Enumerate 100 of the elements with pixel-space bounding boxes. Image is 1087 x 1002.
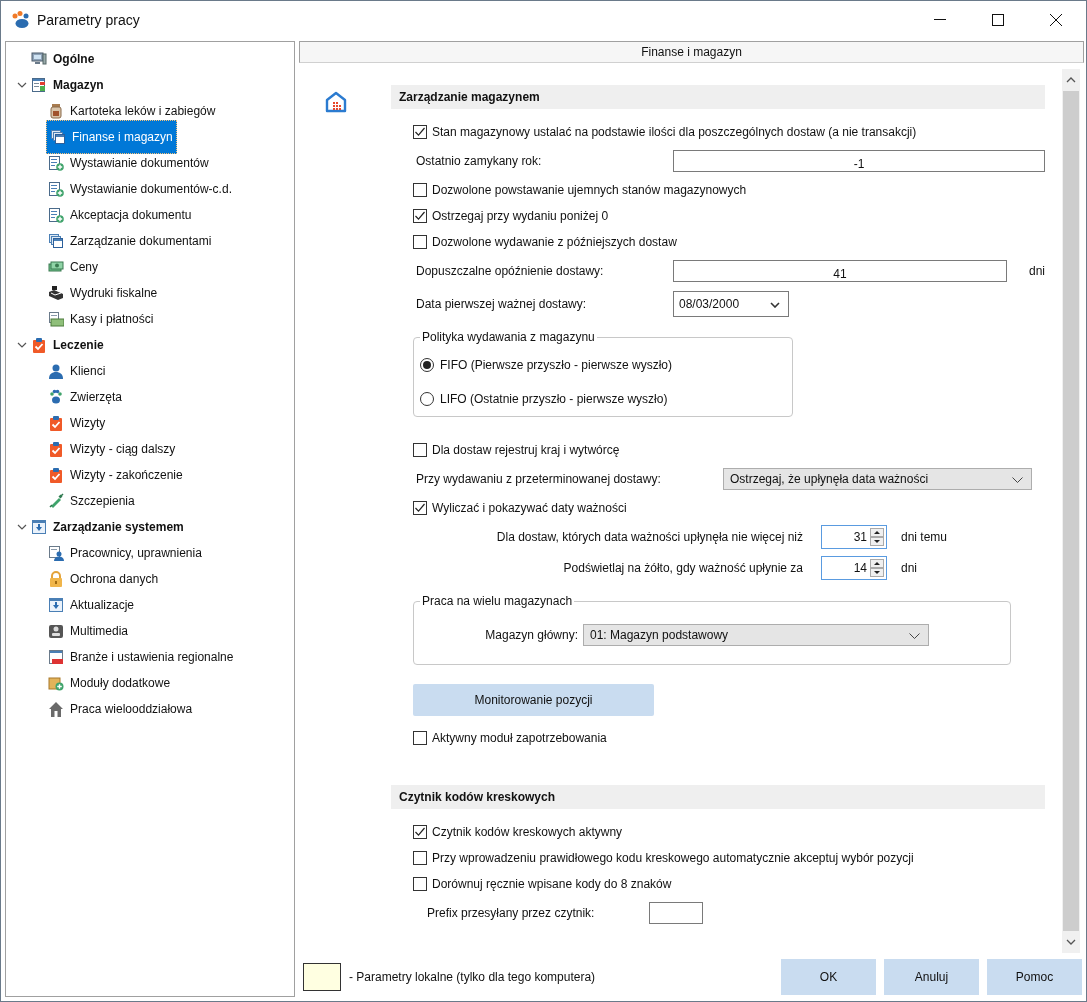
tree-item[interactable]: Zwierzęta <box>46 385 126 409</box>
dialog-button[interactable]: Anuluj <box>884 959 979 995</box>
checkbox[interactable] <box>413 209 427 223</box>
document-plus-icon <box>48 207 64 223</box>
download-icon <box>31 519 47 535</box>
checkbox[interactable] <box>413 851 427 865</box>
checkbox-label: Dorównuj ręcznie wpisane kody do 8 znaków <box>432 877 672 891</box>
monitor-button[interactable]: Monitorowanie pozycji <box>413 684 654 716</box>
tree-item[interactable]: Aktualizacje <box>46 593 139 617</box>
tree-item[interactable]: Szczepienia <box>46 489 139 513</box>
scrollbar[interactable] <box>1062 69 1080 953</box>
tree-item[interactable]: Wizyty - zakończenie <box>46 463 187 487</box>
clipboard-icon <box>48 467 64 483</box>
package-plus-icon <box>48 675 64 691</box>
tree-item[interactable]: Ceny <box>46 255 102 279</box>
number-spinner[interactable]: 31 <box>821 524 887 549</box>
section-header: Zarządzanie magazynem <box>391 85 1045 109</box>
expanded-chevron-icon[interactable] <box>17 524 27 530</box>
tree-item[interactable]: Akceptacja dokumentu <box>46 203 196 227</box>
dropdown[interactable]: Ostrzegaj, że upłynęła data ważności <box>723 468 1032 490</box>
tree-item-label: Akceptacja dokumentu <box>70 208 192 222</box>
tree-item-label: Wystawianie dokumentów <box>70 156 209 170</box>
tree-item-label: Praca wielooddziałowa <box>70 702 193 716</box>
spin-up-icon[interactable] <box>870 527 884 537</box>
dropdown[interactable]: 01: Magazyn podstawowy <box>583 624 929 646</box>
employee-icon <box>48 545 64 561</box>
tree-item-label: Wizyty - zakończenie <box>70 468 183 482</box>
number-spinner[interactable]: 14 <box>821 555 887 580</box>
maximize-icon[interactable] <box>992 14 1004 26</box>
scroll-up-icon[interactable] <box>1066 77 1076 83</box>
checkbox[interactable] <box>413 443 427 457</box>
tree-item-label: Magazyn <box>53 78 104 92</box>
tree-item[interactable]: Kartoteka leków i zabiegów <box>46 99 220 123</box>
minimize-icon[interactable] <box>934 19 946 21</box>
tree-item-label: Szczepienia <box>70 494 135 508</box>
tree-item[interactable]: Pracownicy, uprawnienia <box>46 541 206 565</box>
tree-item[interactable]: Branże i ustawienia regionalne <box>46 645 238 669</box>
chevron-icon[interactable] <box>909 633 920 639</box>
tree-item[interactable]: Wystawianie dokumentów <box>46 151 213 175</box>
chevron-icon[interactable] <box>1012 477 1023 483</box>
clipboard-icon <box>48 441 64 457</box>
spin-up-icon[interactable] <box>870 558 884 568</box>
app-logo-icon <box>11 11 31 29</box>
dialog-button[interactable]: Pomoc <box>987 959 1082 995</box>
tree-item[interactable]: Finanse i magazyn <box>46 120 177 154</box>
tree-item[interactable]: Kasy i płatności <box>46 307 158 331</box>
tree-item[interactable]: Zarządzanie dokumentami <box>46 229 216 253</box>
window-icon <box>48 649 64 665</box>
tree-item[interactable]: Magazyn <box>29 73 108 97</box>
number-field[interactable]: -1 <box>673 150 1045 172</box>
expanded-chevron-icon[interactable] <box>17 82 27 88</box>
checkbox[interactable] <box>413 877 427 891</box>
field-label: Dopuszczalne opóźnienie dostawy: <box>416 264 605 278</box>
close-icon[interactable] <box>1050 14 1062 26</box>
tree-item-label: Multimedia <box>70 624 129 638</box>
local-parameter-swatch <box>303 963 341 991</box>
checkbox-label: Dozwolone powstawanie ujemnych stanów magazynowych <box>432 183 747 197</box>
caret-icon[interactable] <box>770 302 780 308</box>
tree-item[interactable]: Ochrona danych <box>46 567 163 591</box>
checkbox[interactable] <box>413 125 427 139</box>
syringe-icon <box>48 493 64 509</box>
checkbox-label: Aktywny moduł zapotrzebowania <box>432 731 607 745</box>
checkbox[interactable] <box>413 235 427 249</box>
checkbox[interactable] <box>413 731 427 745</box>
checkbox[interactable] <box>413 501 427 515</box>
tree-item[interactable]: Wydruki fiskalne <box>46 281 162 305</box>
tree-item-label: Ogólne <box>53 52 95 66</box>
group-legend: Praca na wielu magazynach <box>420 594 575 608</box>
document-plus-icon <box>48 181 64 197</box>
text-field[interactable] <box>649 902 703 924</box>
spin-down-icon[interactable] <box>870 567 884 577</box>
tree-item[interactable]: Wizyty - ciąg dalszy <box>46 437 180 461</box>
tree-item[interactable]: Praca wielooddziałowa <box>46 697 197 721</box>
clipboard-icon <box>48 415 64 431</box>
expanded-chevron-icon[interactable] <box>17 342 27 348</box>
checkbox-label: Wyliczać i pokazywać daty ważności <box>432 501 627 515</box>
tree-item[interactable]: Wizyty <box>46 411 110 435</box>
tree-item[interactable]: Wystawianie dokumentów-c.d. <box>46 177 236 201</box>
tree-item-label: Wydruki fiskalne <box>70 286 158 300</box>
tree-item[interactable]: Klienci <box>46 359 110 383</box>
group-legend: Polityka wydawania z magazynu <box>420 330 597 344</box>
tree-item[interactable]: Ogólne <box>29 47 99 71</box>
tree-item-label: Zarządzanie dokumentami <box>70 234 212 248</box>
tree-item[interactable]: Multimedia <box>46 619 133 643</box>
windows-icon <box>48 233 64 249</box>
number-field[interactable]: 41 <box>673 260 1007 282</box>
checkbox-label: Dozwolone wydawanie z późniejszych dostaw <box>432 235 677 249</box>
date-field[interactable]: 08/03/2000 <box>673 291 789 317</box>
tree-item-label: Ceny <box>70 260 98 274</box>
checkbox[interactable] <box>413 825 427 839</box>
scroll-down-icon[interactable] <box>1066 939 1076 945</box>
checkbox[interactable] <box>413 183 427 197</box>
tree-item-label: Wizyty - ciąg dalszy <box>70 442 176 456</box>
tree-item[interactable]: Moduły dodatkowe <box>46 671 175 695</box>
dialog-button[interactable]: OK <box>781 959 876 995</box>
spin-down-icon[interactable] <box>870 536 884 546</box>
tree-item-label: Klienci <box>70 364 106 378</box>
tree-item[interactable]: Leczenie <box>29 333 108 357</box>
tree-item[interactable]: Zarządzanie systemem <box>29 515 188 539</box>
scrollbar-thumb[interactable] <box>1063 91 1079 931</box>
